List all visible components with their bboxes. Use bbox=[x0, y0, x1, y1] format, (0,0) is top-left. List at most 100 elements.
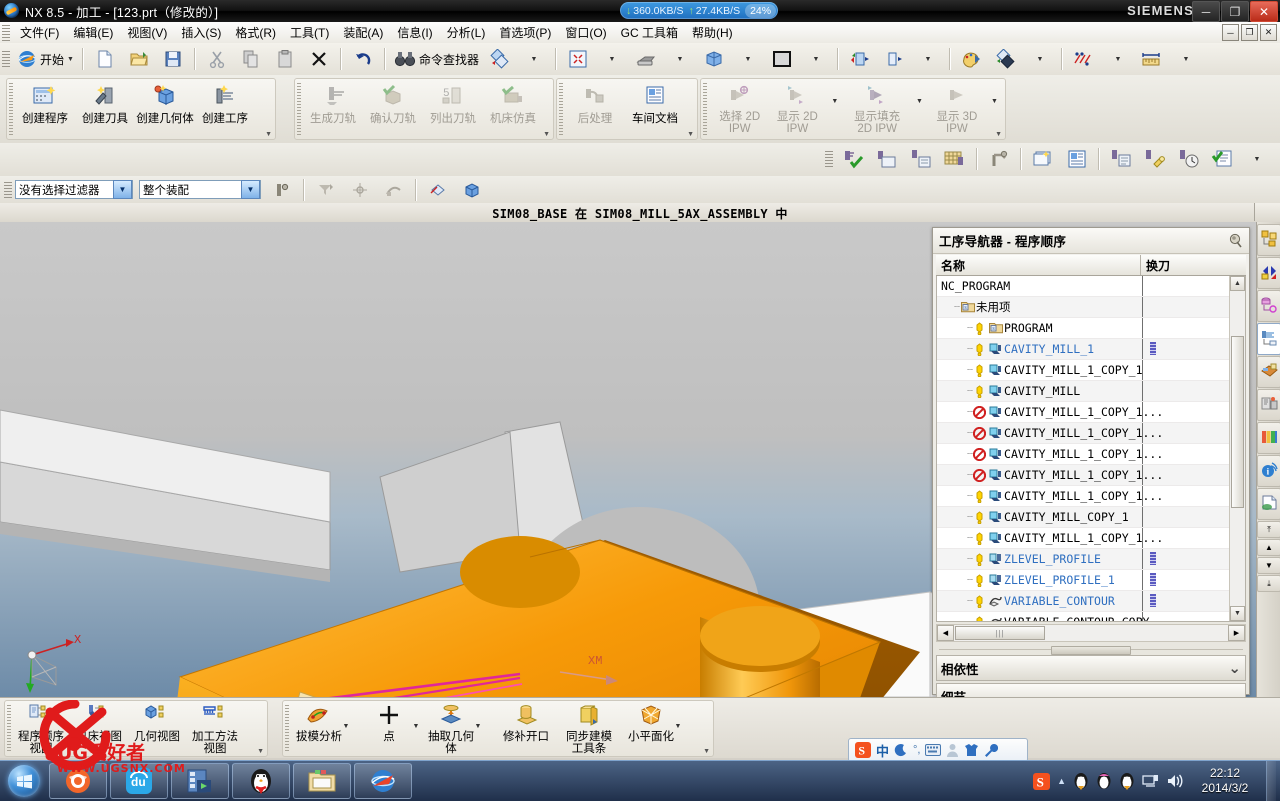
table-row[interactable]: ┄ s 未用项 bbox=[937, 297, 1229, 318]
fit-view-dropdown[interactable]: ▼ bbox=[595, 44, 629, 74]
toolpath-group-expand-icon[interactable]: ▼ bbox=[543, 131, 550, 138]
show-filled-2d-ipw-button[interactable]: 显示填充 2D IPW bbox=[845, 79, 908, 136]
tool-report-button[interactable] bbox=[1206, 144, 1240, 174]
show-2d-ipw-button[interactable]: 显示 2D IPW bbox=[770, 79, 824, 136]
keyboard-icon[interactable] bbox=[925, 744, 942, 756]
command-finder-button[interactable]: 命令查找器 bbox=[390, 44, 483, 74]
table-row[interactable]: ┄ CAVITY_MILL_1_COPY_1... bbox=[937, 486, 1229, 507]
table-row[interactable]: ┄ CAVITY_MILL_1 bbox=[937, 339, 1229, 360]
secondary-toolbar-overflow[interactable]: ▼ bbox=[1240, 144, 1274, 174]
panel-splitter[interactable] bbox=[939, 646, 1243, 655]
visual-style-button[interactable] bbox=[989, 44, 1023, 74]
resource-bar-constraint-navigator[interactable] bbox=[1257, 257, 1280, 289]
table-row[interactable]: ┄ VARIABLE_CONTOUR bbox=[937, 591, 1229, 612]
qq-tray-1-icon[interactable] bbox=[1073, 772, 1089, 790]
mdi-restore-button[interactable]: ❐ bbox=[1241, 24, 1258, 41]
resource-bar-web-browser[interactable] bbox=[1257, 488, 1280, 520]
table-row[interactable]: ┄ ZLEVEL_PROFILE bbox=[937, 549, 1229, 570]
scroll-up-button[interactable]: ▲ bbox=[1230, 276, 1245, 291]
shaded-view-button[interactable] bbox=[697, 44, 731, 74]
menu-item-6[interactable]: 装配(A) bbox=[336, 22, 390, 43]
operation-tree[interactable]: NC_PROGRAM ┄ s 未用项 ┄ s PROGRAM ┄ CAVITY_MILL_1 ┄ C… bbox=[937, 276, 1229, 621]
tool-library-button[interactable] bbox=[1104, 144, 1138, 174]
selection-filter-combo[interactable]: 没有选择过滤器 ▼ bbox=[15, 180, 133, 199]
tree-horizontal-scrollbar[interactable]: ◀ ||| ▶ bbox=[936, 624, 1246, 642]
shaded-dropdown[interactable]: ▼ bbox=[731, 44, 765, 74]
probe-button[interactable] bbox=[982, 144, 1016, 174]
background-button[interactable] bbox=[765, 44, 799, 74]
ipw-group-expand-icon[interactable]: ▼ bbox=[995, 131, 1002, 138]
menu-item-4[interactable]: 格式(R) bbox=[228, 22, 283, 43]
mdi-close-button[interactable]: ✕ bbox=[1260, 24, 1277, 41]
toolbar-grip-1[interactable] bbox=[2, 51, 10, 67]
tool-list-button[interactable] bbox=[904, 144, 938, 174]
sogou-logo-icon[interactable]: S bbox=[855, 742, 871, 758]
scroll-down-button[interactable]: ▼ bbox=[1230, 606, 1245, 621]
resource-bar-assembly-navigator[interactable] bbox=[1257, 224, 1280, 256]
layer-dropdown[interactable]: ▼ bbox=[517, 44, 551, 74]
fit-view-button[interactable] bbox=[561, 44, 595, 74]
camera-dropdown[interactable]: ▼ bbox=[663, 44, 697, 74]
post-process-button[interactable]: 后处理 bbox=[565, 79, 625, 126]
undo-button[interactable] bbox=[346, 44, 380, 74]
table-row[interactable]: ┄ ZLEVEL_PROFILE_1 bbox=[937, 570, 1229, 591]
taskbar-browser-button[interactable] bbox=[49, 763, 107, 799]
show-3d-dropdown[interactable]: ▼ bbox=[984, 79, 1005, 106]
column-header-name[interactable]: 名称 bbox=[936, 255, 1141, 275]
palette-button[interactable] bbox=[955, 44, 989, 74]
taskbar-nx-button[interactable] bbox=[354, 763, 412, 799]
new-file-button[interactable] bbox=[88, 44, 122, 74]
measure-button[interactable] bbox=[1135, 44, 1169, 74]
views-group-expand-icon[interactable]: ▼ bbox=[257, 748, 264, 755]
create-geometry-button[interactable]: 创建几何体 bbox=[135, 79, 195, 126]
cut-button[interactable] bbox=[200, 44, 234, 74]
table-row[interactable]: ┄ CAVITY_MILL_1_COPY_1... bbox=[937, 423, 1229, 444]
pin-icon[interactable] bbox=[1228, 233, 1243, 248]
table-row[interactable]: ┄ CAVITY_MILL_COPY_1 bbox=[937, 507, 1229, 528]
hscroll-right-button[interactable]: ▶ bbox=[1228, 625, 1245, 641]
filter-curve-button[interactable] bbox=[309, 175, 343, 205]
resource-bar-part-navigator[interactable] bbox=[1257, 290, 1280, 322]
user-icon[interactable] bbox=[946, 743, 959, 757]
table-row[interactable]: NC_PROGRAM bbox=[937, 276, 1229, 297]
wrench-icon[interactable] bbox=[984, 743, 999, 757]
tools-group-expand-icon[interactable]: ▼ bbox=[703, 748, 710, 755]
taskbar-media-player-button[interactable] bbox=[171, 763, 229, 799]
machine-tool-view-button[interactable]: 机床视图 bbox=[71, 703, 127, 743]
menu-item-2[interactable]: 视图(V) bbox=[120, 22, 174, 43]
menu-grip-handle[interactable] bbox=[2, 24, 10, 41]
qq-tray-3-icon[interactable] bbox=[1119, 772, 1135, 790]
clip-plane-button[interactable] bbox=[877, 44, 911, 74]
machine-simulation-button[interactable]: 机床仿真 bbox=[483, 79, 543, 126]
table-row[interactable]: ┄ CAVITY_MILL_1_COPY_1 bbox=[937, 360, 1229, 381]
resource-bar-info-broadcast[interactable]: i bbox=[1257, 455, 1280, 487]
resource-bar-history-library[interactable] bbox=[1257, 422, 1280, 454]
scroll-thumb[interactable] bbox=[1231, 336, 1244, 508]
resource-bar-machining-wizard[interactable] bbox=[1257, 389, 1280, 421]
show-2d-ipw-dropdown[interactable]: ▼ bbox=[824, 79, 845, 106]
verify-toolpath-button[interactable]: 确认刀轨 bbox=[363, 79, 423, 126]
show-desktop-button[interactable] bbox=[1266, 761, 1276, 801]
toolbar-grip-3[interactable] bbox=[825, 151, 833, 167]
faceting-dropdown[interactable]: ▼ bbox=[671, 723, 685, 730]
tool-time-button[interactable] bbox=[1172, 144, 1206, 174]
geometry-view-button[interactable]: 几何视图 bbox=[129, 703, 185, 743]
render-style-button[interactable] bbox=[421, 175, 455, 205]
generate-toolpath-button[interactable]: 生成刀轨 bbox=[303, 79, 363, 126]
delete-button[interactable] bbox=[302, 44, 336, 74]
resource-bar-operation-navigator[interactable] bbox=[1257, 323, 1280, 355]
show-filled-dropdown[interactable]: ▼ bbox=[909, 79, 930, 106]
navigator-tree-container[interactable]: NC_PROGRAM ┄ s 未用项 ┄ s PROGRAM ┄ CAVITY_MILL_1 ┄ C… bbox=[936, 276, 1246, 622]
tool-settings-button[interactable] bbox=[1138, 144, 1172, 174]
extract-geometry-dropdown[interactable]: ▼ bbox=[471, 723, 485, 730]
analysis-button[interactable] bbox=[1067, 44, 1101, 74]
qq-tray-2-icon[interactable] bbox=[1096, 772, 1112, 790]
sogou-ime-toolbar[interactable]: S 中 °, bbox=[848, 738, 1028, 762]
filter-point-button[interactable] bbox=[343, 175, 377, 205]
shop-documentation-button[interactable]: 车间文档 bbox=[625, 79, 685, 126]
close-button[interactable]: ✕ bbox=[1250, 1, 1278, 22]
list-toolpath-button[interactable]: 5 列出刀轨 bbox=[423, 79, 483, 126]
tool-table-button[interactable] bbox=[938, 144, 972, 174]
point-dropdown[interactable]: ▼ bbox=[409, 723, 423, 730]
snap-point-button[interactable] bbox=[265, 175, 299, 205]
